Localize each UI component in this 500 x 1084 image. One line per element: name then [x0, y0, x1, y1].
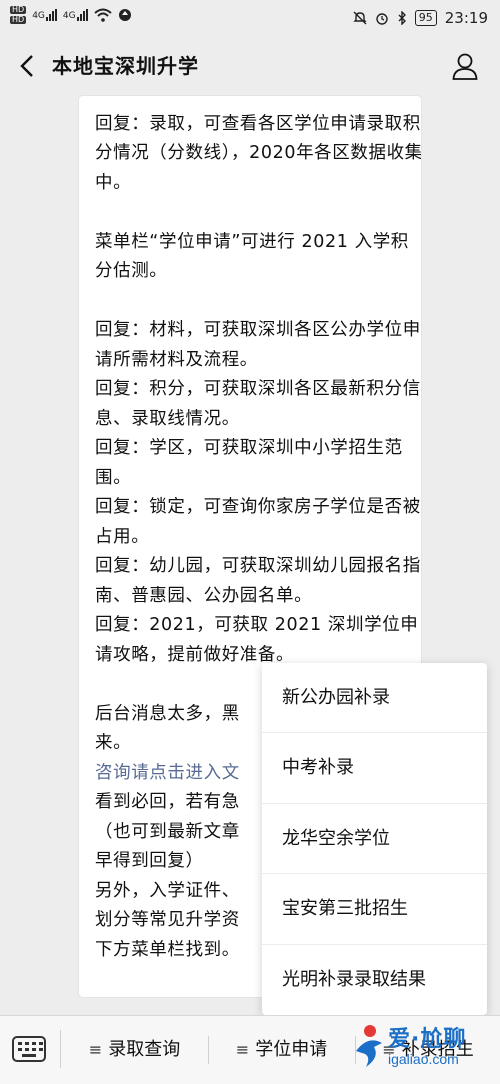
hd-indicator: HD HD	[10, 5, 27, 24]
message-line: 回复：2021，可获取 2021 深圳学位申请攻略，提前做好准备。	[95, 615, 419, 665]
mute-icon	[353, 11, 367, 25]
title-bar: 本地宝深圳升学	[0, 36, 500, 96]
signal-icon: 4G	[32, 9, 57, 21]
submenu-item[interactable]: 宝安第三批招生	[262, 874, 487, 945]
clipped-line	[95, 96, 421, 110]
menu-button-degree-application[interactable]: ≡ 学位申请	[209, 1016, 354, 1084]
bottom-menu-bar: ≡ 录取查询 ≡ 学位申请 ≡ 补录招生	[0, 1015, 500, 1084]
menu-list-icon: ≡	[382, 1040, 396, 1059]
submenu-item[interactable]: 中考补录	[262, 733, 487, 804]
menu-button-label: 学位申请	[255, 1039, 328, 1060]
message-line: 回复：录取，可查看各区学位申请录取积分情况（分数线），2020年各区数据收集中。	[95, 113, 421, 193]
divider	[60, 1030, 61, 1068]
message-line: 回复：学区，可获取深圳中小学招生范围。	[95, 438, 403, 488]
alarm-icon	[376, 13, 388, 25]
keyboard-icon[interactable]	[12, 1036, 46, 1062]
menu-list-icon: ≡	[88, 1040, 103, 1059]
menu-button-supplementary-enrollment[interactable]: ≡ 补录招生	[356, 1016, 500, 1084]
message-line: 回复：幼儿园，可获取深圳幼儿园报名指南、普惠园、公办园名单。	[95, 556, 421, 606]
submenu-item[interactable]: 新公办园补录	[262, 663, 487, 734]
message-line: 回复：积分，可获取深圳各区最新积分信息、录取线情况。	[95, 379, 421, 429]
menu-list-icon: ≡	[235, 1040, 250, 1059]
menu-button-label: 补录招生	[401, 1039, 474, 1060]
message-line: 回复：材料，可获取深圳各区公办学位申请所需材料及流程。	[95, 320, 421, 370]
submenu-item[interactable]: 光明补录录取结果	[262, 945, 487, 1015]
battery-icon: 95	[414, 10, 437, 26]
submenu-item[interactable]: 龙华空余学位	[262, 804, 487, 875]
bluetooth-icon	[398, 11, 406, 25]
page-title: 本地宝深圳升学	[52, 54, 199, 78]
message-line: 菜单栏“学位申请”可进行 2021 入学积分估测。	[95, 231, 409, 282]
clock: 23:19	[444, 9, 488, 27]
message-line: 回复：锁定，可查询你家房子学位是否被占用。	[95, 497, 421, 547]
location-icon	[118, 9, 131, 21]
menu-button-label: 录取查询	[108, 1039, 181, 1060]
profile-icon[interactable]	[452, 52, 478, 80]
signal-icon-2: 4G	[63, 9, 88, 21]
menu-button-admission-query[interactable]: ≡ 录取查询	[62, 1016, 207, 1084]
status-bar: HD HD 4G 4G 95 23:19	[0, 0, 500, 36]
submenu-popup: 新公办园补录 中考补录 龙华空余学位 宝安第三批招生 光明补录录取结果	[262, 663, 487, 1015]
wifi-icon	[93, 8, 112, 22]
back-arrow-icon[interactable]	[14, 48, 44, 84]
